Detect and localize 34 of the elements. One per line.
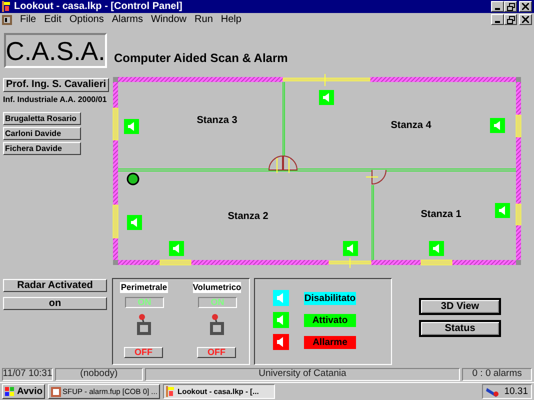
logo-text: C.A.S.A.: [4, 33, 107, 68]
legend-label: Disabilitato: [304, 292, 356, 305]
status-cell: (nobody): [55, 368, 143, 380]
window-title: Lookout - casa.lkp - [Control Panel]: [14, 2, 184, 12]
room-label: Stanza 3: [196, 115, 238, 126]
subtitle-text: Computer Aided Scan & Alarm: [114, 52, 288, 64]
status-cell: 11/07 10:31: [2, 368, 53, 380]
room-label: Stanza 1: [420, 209, 462, 220]
menu-item[interactable]: Help: [220, 14, 242, 24]
student-button[interactable]: Brugaletta Rosario: [3, 112, 81, 125]
panel-button[interactable]: Status: [419, 320, 501, 337]
legend-label: Attivato: [304, 314, 356, 327]
course-text: Inf. Industriale A.A. 2000/01: [3, 96, 107, 104]
status-cell: 0 : 0 alarms: [462, 368, 532, 380]
radar-label: Radar Activated: [3, 279, 107, 292]
menu-item[interactable]: Alarms: [112, 14, 143, 24]
legend-label: Allarme: [304, 336, 356, 349]
status-cell: University of Catania: [144, 368, 460, 380]
switch-label: Volumetrico: [193, 282, 241, 293]
menu-item[interactable]: File: [20, 14, 36, 24]
switch-label: Perimetrale: [120, 282, 168, 293]
menu-item[interactable]: Window: [150, 14, 187, 24]
clock-text: 10.31: [504, 386, 528, 396]
menu-item[interactable]: Edit: [44, 14, 62, 24]
student-button[interactable]: Carloni Davide: [3, 127, 81, 140]
start-button[interactable]: Avvio: [2, 384, 45, 399]
menu-item[interactable]: Run: [194, 14, 213, 24]
room-label: Stanza 2: [228, 211, 268, 222]
student-button[interactable]: Fichera Davide: [3, 142, 81, 155]
radar-value: on: [3, 297, 107, 310]
author-label: Prof. Ing. S. Cavalieri: [3, 78, 109, 92]
menu-item[interactable]: Options: [69, 14, 104, 24]
panel-button[interactable]: 3D View: [419, 298, 501, 315]
room-label: Stanza 4: [390, 120, 432, 131]
